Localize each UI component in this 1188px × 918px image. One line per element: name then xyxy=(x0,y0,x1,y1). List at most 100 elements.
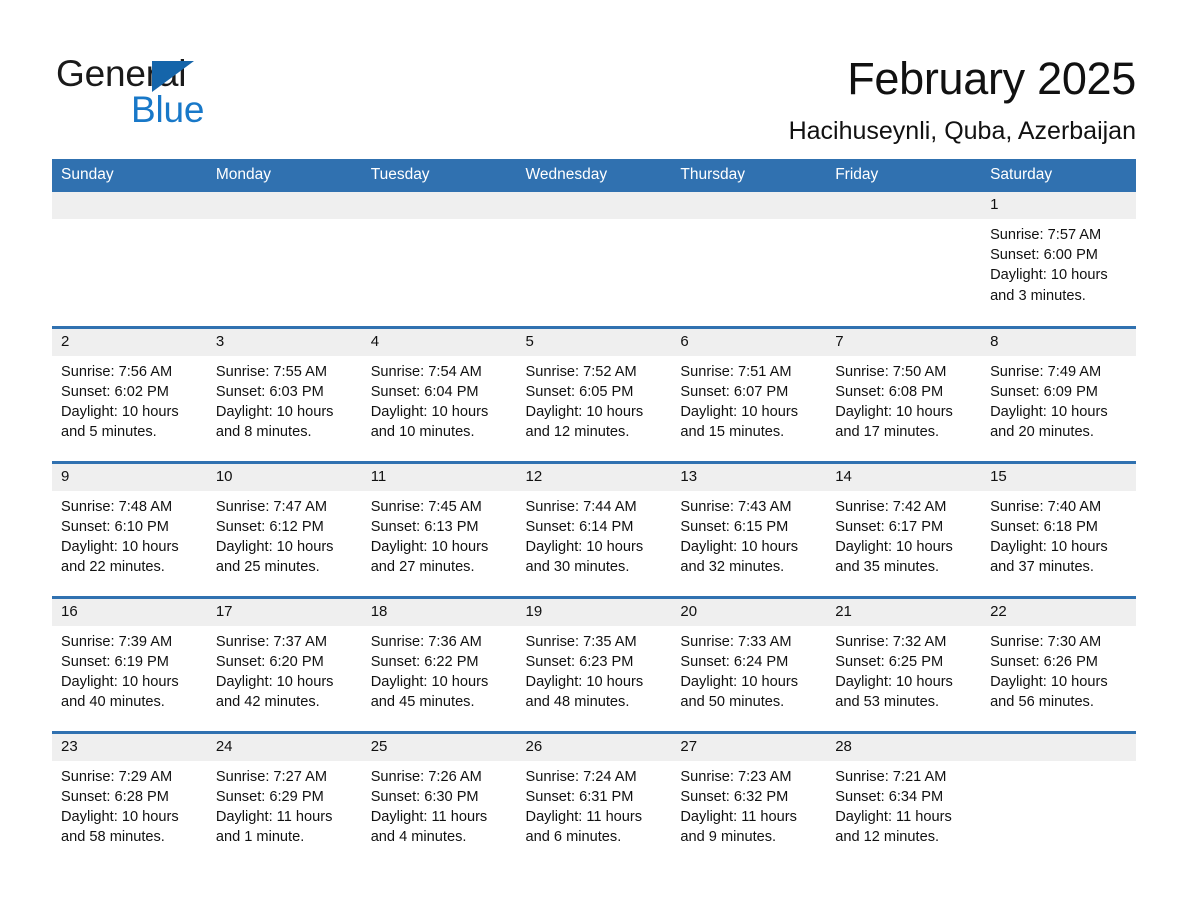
sunset-text: Sunset: 6:07 PM xyxy=(680,383,789,400)
sunrise-text: Sunrise: 7:51 AM xyxy=(680,363,792,380)
weekday-header-tuesday: Tuesday xyxy=(361,159,517,192)
sunrise-text: Sunrise: 7:39 AM xyxy=(61,633,173,650)
daylight-text: Daylight: 10 hours and 22 minutes. xyxy=(61,538,179,576)
calendar-day-cell[interactable]: 14 Sunrise: 7:42 AM Sunset: 6:17 PM Dayligh… xyxy=(826,460,982,597)
calendar-week-row: 23 Sunrise: 7:29 AM Sunset: 6:28 PM Dayligh… xyxy=(52,730,1136,867)
weekday-header-friday: Friday xyxy=(826,159,982,192)
sunset-text: Sunset: 6:17 PM xyxy=(835,518,944,535)
daylight-text: Daylight: 11 hours and 1 minute. xyxy=(215,808,333,846)
day-details: Sunrise: 7:48 AM Sunset: 6:10 PM Daylight:… xyxy=(52,491,207,578)
day-details: Sunrise: 7:57 AM Sunset: 6:00 PM Daylight:… xyxy=(981,219,1136,306)
day-details: Sunrise: 7:50 AM Sunset: 6:08 PM Daylight:… xyxy=(826,356,981,443)
day-details: Sunrise: 7:35 AM Sunset: 6:23 PM Daylight:… xyxy=(517,626,672,713)
calendar-day-cell[interactable]: 2 Sunrise: 7:56 AM Sunset: 6:02 PM Daylight… xyxy=(52,325,207,462)
calendar-day-cell[interactable]: 16 Sunrise: 7:39 AM Sunset: 6:19 PM Dayligh… xyxy=(52,595,207,732)
day-number xyxy=(981,733,1136,761)
calendar-day-cell[interactable]: 12 Sunrise: 7:44 AM Sunset: 6:14 PM Dayligh… xyxy=(516,460,672,597)
logo-text-blue: Blue xyxy=(131,89,205,130)
page-title: February 2025 xyxy=(847,53,1136,104)
day-details: Sunrise: 7:49 AM Sunset: 6:09 PM Daylight:… xyxy=(981,356,1136,443)
calendar-day-cell[interactable]: 17 Sunrise: 7:37 AM Sunset: 6:20 PM Dayligh… xyxy=(206,595,362,732)
day-details: Sunrise: 7:23 AM Sunset: 6:32 PM Daylight:… xyxy=(671,761,826,848)
calendar-day-cell[interactable]: 25 Sunrise: 7:26 AM Sunset: 6:30 PM Dayligh… xyxy=(361,730,517,867)
day-number: 17 xyxy=(206,598,362,626)
calendar-day-cell[interactable]: 11 Sunrise: 7:45 AM Sunset: 6:13 PM Dayligh… xyxy=(361,460,517,597)
weekday-header-wednesday: Wednesday xyxy=(516,159,672,192)
daylight-text: Daylight: 10 hours and 58 minutes. xyxy=(61,808,179,846)
calendar-day-cell[interactable]: 3 Sunrise: 7:55 AM Sunset: 6:03 PM Daylight… xyxy=(206,325,362,462)
sunrise-text: Sunrise: 7:56 AM xyxy=(61,363,173,380)
calendar-day-cell[interactable]: 7 Sunrise: 7:50 AM Sunset: 6:08 PM Daylight… xyxy=(826,325,982,462)
day-details: Sunrise: 7:55 AM Sunset: 6:03 PM Daylight:… xyxy=(207,356,362,443)
calendar-day-cell[interactable]: 8 Sunrise: 7:49 AM Sunset: 6:09 PM Daylight… xyxy=(981,325,1136,462)
sunrise-text: Sunrise: 7:49 AM xyxy=(990,363,1102,380)
calendar-day-cell[interactable]: 9 Sunrise: 7:48 AM Sunset: 6:10 PM Daylight… xyxy=(52,460,207,597)
sunset-text: Sunset: 6:30 PM xyxy=(370,788,479,805)
calendar-day-cell[interactable]: 22 Sunrise: 7:30 AM Sunset: 6:26 PM Dayligh… xyxy=(981,595,1136,732)
calendar-day-cell[interactable]: 13 Sunrise: 7:43 AM Sunset: 6:15 PM Dayligh… xyxy=(671,460,827,597)
daylight-text: Daylight: 10 hours and 35 minutes. xyxy=(835,538,953,576)
calendar-empty-cell xyxy=(826,192,982,327)
calendar-day-cell[interactable]: 18 Sunrise: 7:36 AM Sunset: 6:22 PM Dayligh… xyxy=(361,595,517,732)
day-number: 26 xyxy=(516,733,672,761)
sunrise-text: Sunrise: 7:40 AM xyxy=(990,498,1102,515)
calendar-day-cell[interactable]: 10 Sunrise: 7:47 AM Sunset: 6:12 PM Dayligh… xyxy=(206,460,362,597)
daylight-text: Daylight: 10 hours and 8 minutes. xyxy=(215,403,334,441)
sunrise-text: Sunrise: 7:37 AM xyxy=(215,633,327,650)
sunrise-text: Sunrise: 7:23 AM xyxy=(680,768,792,785)
calendar-day-cell[interactable]: 19 Sunrise: 7:35 AM Sunset: 6:23 PM Dayligh… xyxy=(516,595,672,732)
day-number: 6 xyxy=(671,328,827,356)
calendar-grid: Sunday Monday Tuesday Wednesday Thursday… xyxy=(52,159,1136,867)
daylight-text: Daylight: 11 hours and 9 minutes. xyxy=(680,808,797,846)
daylight-text: Daylight: 10 hours and 20 minutes. xyxy=(990,403,1108,441)
sunset-text: Sunset: 6:02 PM xyxy=(61,383,169,400)
calendar-week-row: 1 Sunrise: 7:57 AM Sunset: 6:00 PM Daylight… xyxy=(52,192,1136,327)
day-details: Sunrise: 7:29 AM Sunset: 6:28 PM Daylight:… xyxy=(52,761,207,848)
day-number: 12 xyxy=(516,463,672,491)
day-number xyxy=(206,192,362,219)
day-number: 10 xyxy=(206,463,362,491)
calendar-day-cell[interactable]: 23 Sunrise: 7:29 AM Sunset: 6:28 PM Dayligh… xyxy=(52,730,207,867)
calendar-day-cell[interactable]: 21 Sunrise: 7:32 AM Sunset: 6:25 PM Dayligh… xyxy=(826,595,982,732)
calendar-day-cell[interactable]: 28 Sunrise: 7:21 AM Sunset: 6:34 PM Dayligh… xyxy=(826,730,982,867)
sunrise-text: Sunrise: 7:43 AM xyxy=(680,498,792,515)
sunrise-text: Sunrise: 7:32 AM xyxy=(835,633,947,650)
sunset-text: Sunset: 6:14 PM xyxy=(525,518,634,535)
calendar-day-cell[interactable]: 20 Sunrise: 7:33 AM Sunset: 6:24 PM Dayligh… xyxy=(671,595,827,732)
calendar-day-cell[interactable]: 15 Sunrise: 7:40 AM Sunset: 6:18 PM Dayligh… xyxy=(981,460,1136,597)
day-details: Sunrise: 7:54 AM Sunset: 6:04 PM Daylight:… xyxy=(362,356,517,443)
calendar-empty-cell xyxy=(206,192,362,327)
calendar-day-cell[interactable]: 6 Sunrise: 7:51 AM Sunset: 6:07 PM Daylight… xyxy=(671,325,827,462)
day-details: Sunrise: 7:36 AM Sunset: 6:22 PM Daylight:… xyxy=(362,626,517,713)
daylight-text: Daylight: 10 hours and 17 minutes. xyxy=(835,403,953,441)
calendar-day-cell[interactable]: 27 Sunrise: 7:23 AM Sunset: 6:32 PM Dayligh… xyxy=(671,730,827,867)
day-details: Sunrise: 7:39 AM Sunset: 6:19 PM Daylight:… xyxy=(52,626,207,713)
daylight-text: Daylight: 10 hours and 37 minutes. xyxy=(990,538,1108,576)
calendar-day-cell[interactable]: 4 Sunrise: 7:54 AM Sunset: 6:04 PM Daylight… xyxy=(361,325,517,462)
daylight-text: Daylight: 10 hours and 10 minutes. xyxy=(370,403,489,441)
sunset-text: Sunset: 6:13 PM xyxy=(370,518,479,535)
day-number: 8 xyxy=(981,328,1136,356)
sunset-text: Sunset: 6:10 PM xyxy=(61,518,169,535)
sunrise-text: Sunrise: 7:36 AM xyxy=(370,633,482,650)
sunset-text: Sunset: 6:12 PM xyxy=(215,518,324,535)
page-header: General Blue February 2025 Hacihuseynli,… xyxy=(0,44,1188,145)
sunrise-text: Sunrise: 7:24 AM xyxy=(525,768,637,785)
weekday-header-thursday: Thursday xyxy=(671,159,827,192)
calendar-empty-cell xyxy=(671,192,827,327)
daylight-text: Daylight: 10 hours and 15 minutes. xyxy=(680,403,799,441)
daylight-text: Daylight: 10 hours and 30 minutes. xyxy=(525,538,644,576)
calendar-empty-cell xyxy=(516,192,672,327)
calendar-day-cell[interactable]: 5 Sunrise: 7:52 AM Sunset: 6:05 PM Daylight… xyxy=(516,325,672,462)
sunset-text: Sunset: 6:24 PM xyxy=(680,653,789,670)
day-details: Sunrise: 7:27 AM Sunset: 6:29 PM Daylight:… xyxy=(207,761,362,848)
sunrise-text: Sunrise: 7:29 AM xyxy=(61,768,173,785)
calendar-week-row: 16 Sunrise: 7:39 AM Sunset: 6:19 PM Dayligh… xyxy=(52,595,1136,732)
daylight-text: Daylight: 10 hours and 50 minutes. xyxy=(680,673,799,711)
sunset-text: Sunset: 6:20 PM xyxy=(215,653,324,670)
day-details: Sunrise: 7:32 AM Sunset: 6:25 PM Daylight:… xyxy=(826,626,981,713)
calendar-day-cell[interactable]: 26 Sunrise: 7:24 AM Sunset: 6:31 PM Dayligh… xyxy=(516,730,672,867)
calendar-day-cell[interactable]: 1 Sunrise: 7:57 AM Sunset: 6:00 PM Daylight… xyxy=(981,192,1136,327)
calendar-day-cell[interactable]: 24 Sunrise: 7:27 AM Sunset: 6:29 PM Dayligh… xyxy=(206,730,362,867)
calendar-week-row: 9 Sunrise: 7:48 AM Sunset: 6:10 PM Daylight… xyxy=(52,460,1136,597)
